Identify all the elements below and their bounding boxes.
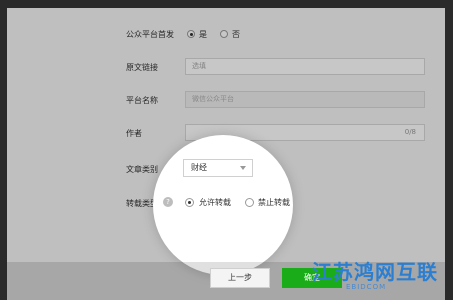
prev-step-button[interactable]: 上一步 — [210, 268, 270, 288]
reprint-forbid-radio[interactable] — [245, 198, 254, 207]
watermark-text: 江苏鸿网互联 — [312, 260, 438, 284]
frame-right-edge — [445, 0, 453, 300]
reprint-allow-radio[interactable] — [185, 198, 194, 207]
chevron-down-icon — [240, 166, 246, 170]
magnifier-bubble: 财经 ? 允许转载 禁止转载 — [153, 135, 293, 275]
category-select[interactable]: 财经 — [183, 159, 253, 177]
help-icon[interactable]: ? — [163, 197, 173, 207]
frame-left-edge — [0, 0, 7, 300]
reprint-forbid-text: 禁止转载 — [258, 198, 290, 207]
watermark-logo: 江苏鸿网互联 — [312, 256, 438, 285]
watermark-subtext: EBIDCOM — [346, 283, 387, 291]
category-select-value: 财经 — [191, 163, 207, 172]
reprint-allow-text: 允许转载 — [199, 198, 231, 207]
screen-frame: 公众平台首发 是 否 原文链接 选填 平台名称 微信公众平台 作者 0/8 文章… — [0, 0, 453, 300]
frame-top-edge — [0, 0, 453, 8]
